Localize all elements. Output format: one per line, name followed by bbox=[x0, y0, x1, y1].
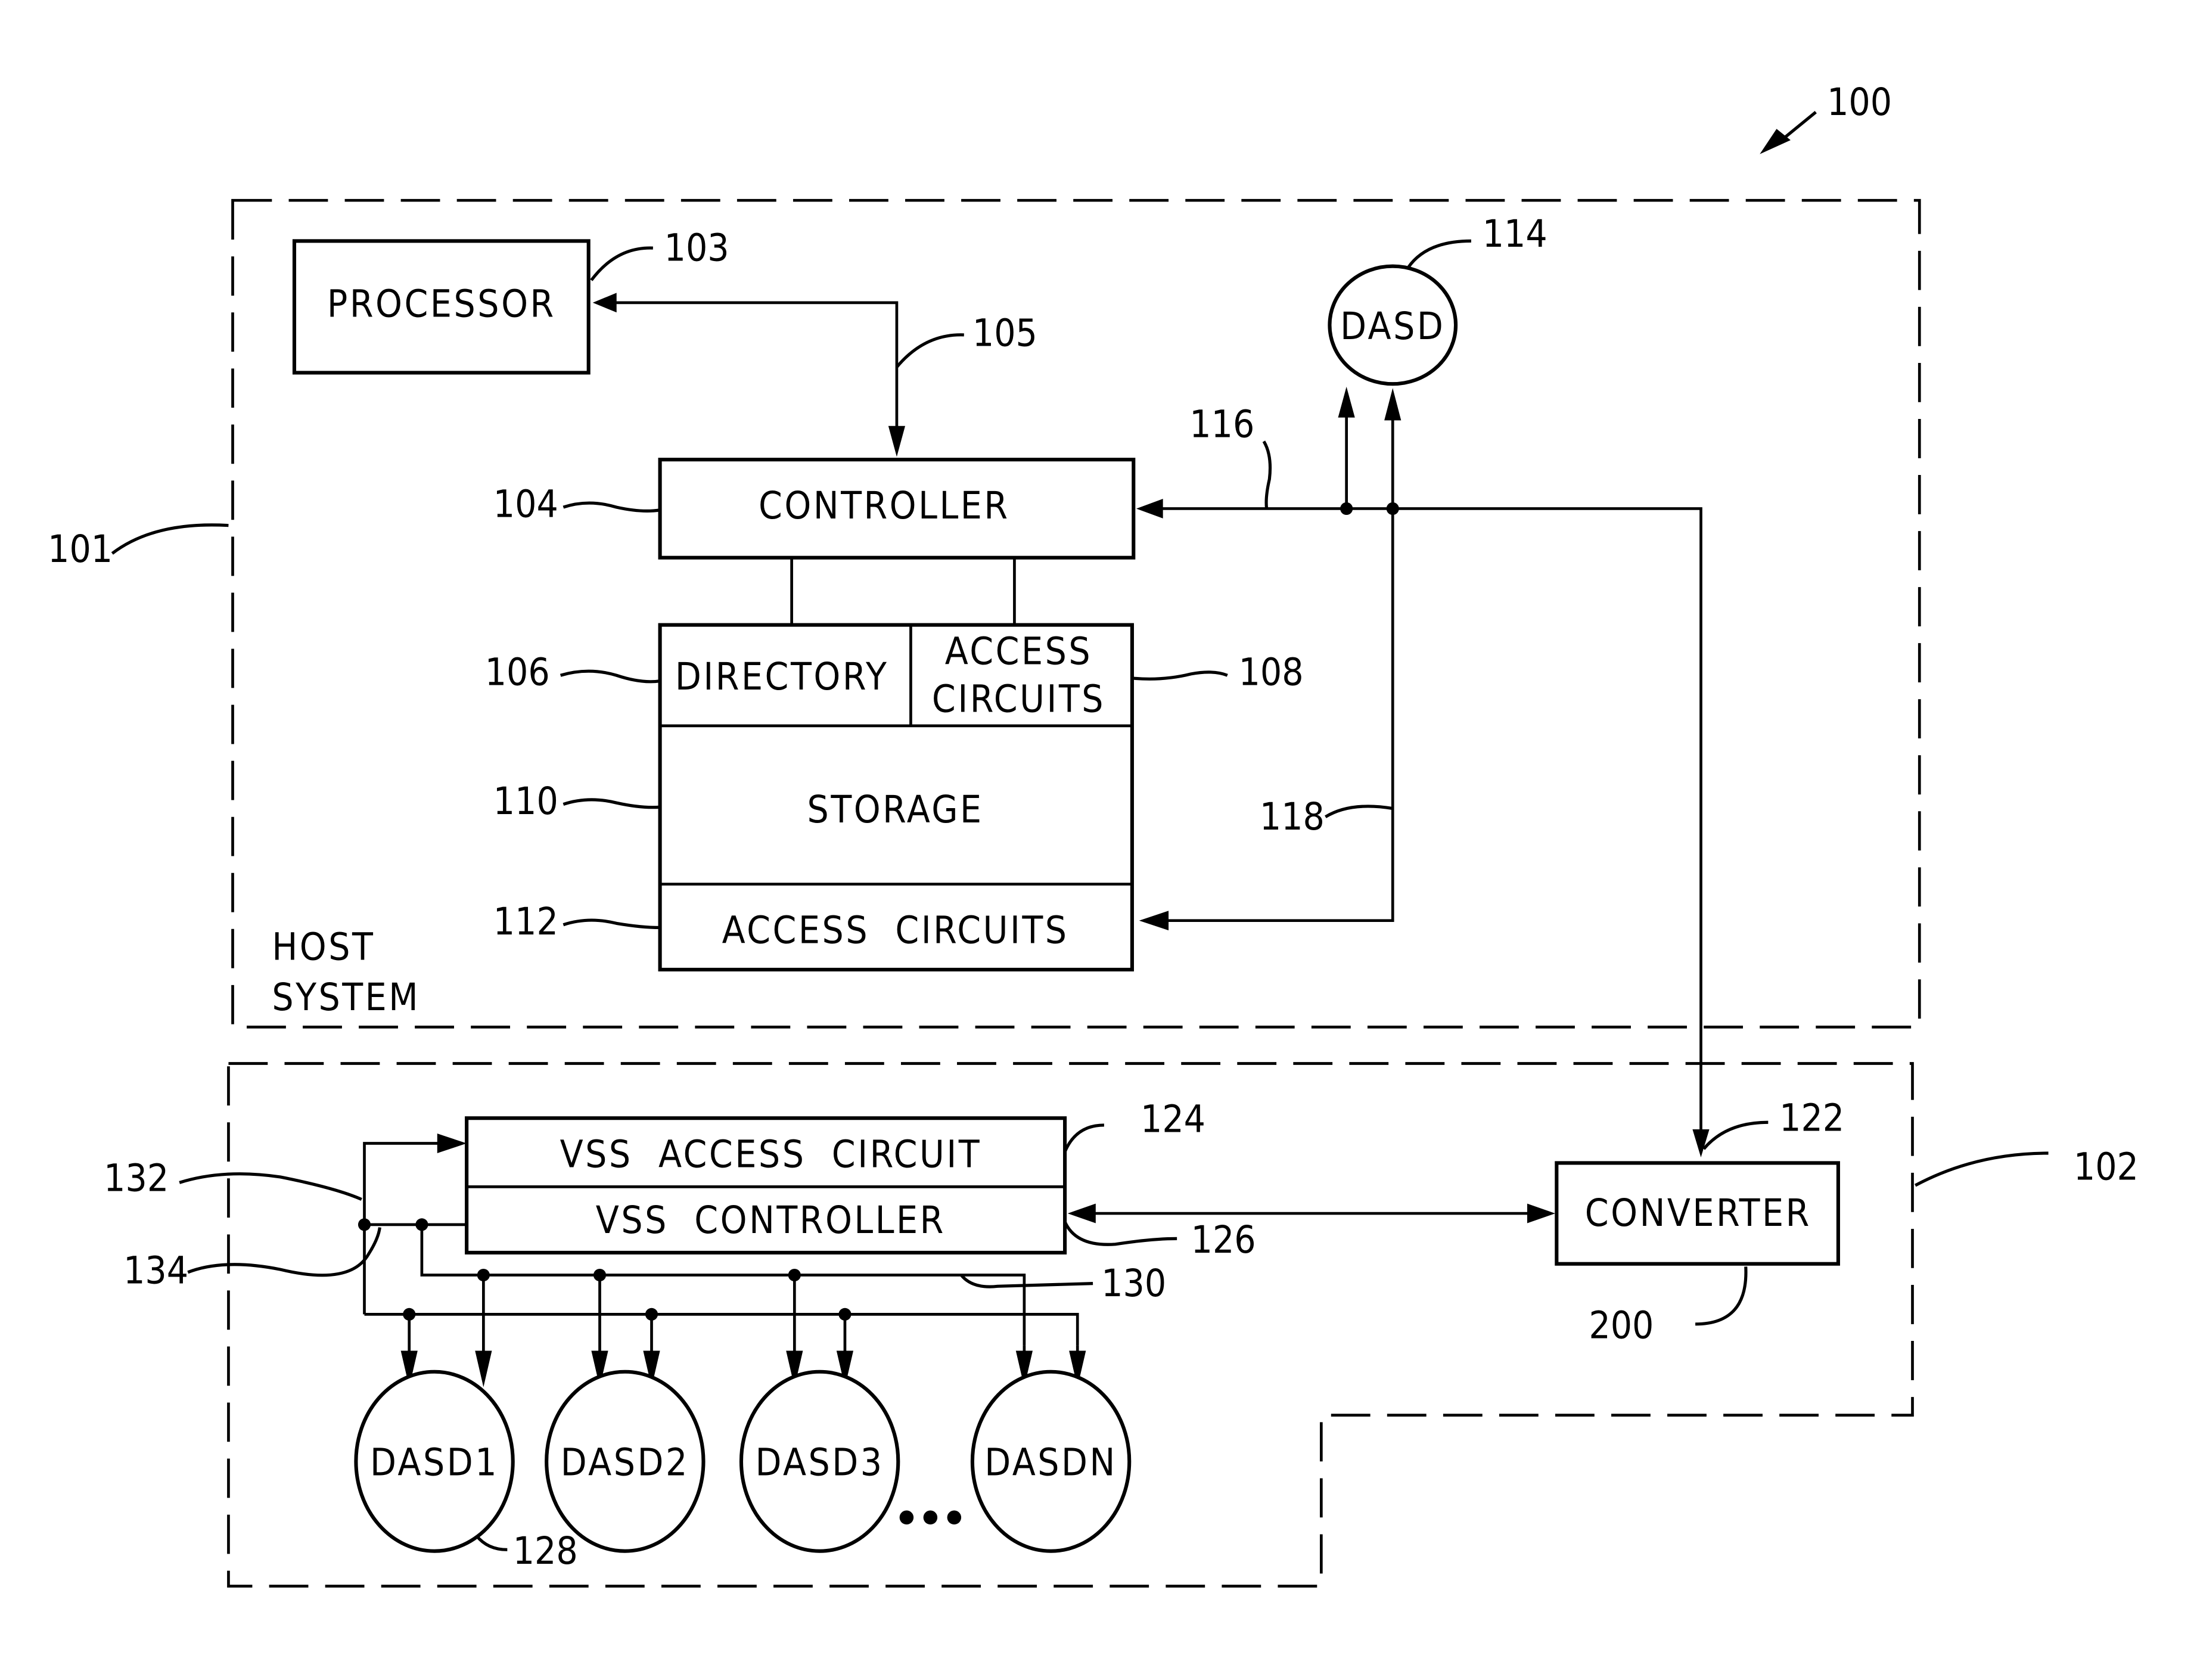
vss-controller-label: VSS CONTROLLER bbox=[596, 1198, 946, 1242]
dasd-n-label: DASDN bbox=[984, 1440, 1117, 1485]
arrow-to-vss-access-icon bbox=[437, 1134, 467, 1153]
storage-label: STORAGE bbox=[807, 787, 984, 831]
ref-116: 116 bbox=[1189, 402, 1254, 446]
access-circuits-top-label-2: CIRCUITS bbox=[932, 676, 1105, 721]
ref-114: 114 bbox=[1483, 212, 1547, 256]
access-circuits-top-label-1: ACCESS bbox=[945, 629, 1092, 673]
converter-block: CONVERTER bbox=[1555, 1161, 1840, 1266]
ref-130: 130 bbox=[1101, 1261, 1166, 1305]
ref-200: 200 bbox=[1589, 1303, 1654, 1347]
dasd-n: DASDN bbox=[970, 1370, 1132, 1553]
ref-126: 126 bbox=[1191, 1218, 1256, 1262]
ref-100-leader bbox=[1783, 111, 1817, 139]
converter-label: CONVERTER bbox=[1585, 1191, 1811, 1235]
ref-102: 102 bbox=[2074, 1145, 2139, 1189]
processor-label: PROCESSOR bbox=[327, 281, 556, 325]
ref-103: 103 bbox=[664, 225, 729, 269]
host-dasd-label: DASD bbox=[1340, 304, 1445, 348]
arrow-to-controller-116-icon bbox=[1136, 499, 1163, 518]
link-116 bbox=[1154, 507, 1702, 1138]
vss-access-circuit-label: VSS ACCESS CIRCUIT bbox=[560, 1132, 982, 1176]
ref-118-leader bbox=[1325, 805, 1393, 818]
ellipsis-icon bbox=[899, 1510, 962, 1525]
ref-104-leader bbox=[563, 501, 660, 513]
bus-132 bbox=[363, 1142, 446, 1315]
arrow-to-access-circuits-icon bbox=[1139, 911, 1169, 931]
ref-128-leader bbox=[475, 1535, 508, 1551]
ref-106-leader bbox=[560, 669, 660, 684]
dasd-3: DASD3 bbox=[739, 1370, 900, 1553]
ref-100-arrow-icon bbox=[1760, 129, 1791, 154]
ref-114-leader bbox=[1406, 239, 1471, 269]
ref-112-leader bbox=[563, 918, 660, 930]
arrow-to-controller-icon bbox=[888, 426, 906, 457]
ref-122: 122 bbox=[1779, 1095, 1844, 1139]
ref-134-leader bbox=[187, 1227, 381, 1277]
ref-132: 132 bbox=[104, 1156, 169, 1200]
access-circuits-bottom-label: ACCESS CIRCUITS bbox=[722, 908, 1069, 952]
controller-block: CONTROLLER bbox=[658, 458, 1136, 560]
ref-106: 106 bbox=[485, 650, 550, 694]
ref-118: 118 bbox=[1260, 794, 1325, 839]
ref-128: 128 bbox=[513, 1529, 578, 1573]
bus-105 bbox=[611, 301, 899, 437]
ref-101-leader bbox=[111, 523, 229, 555]
ref-124-leader bbox=[1063, 1123, 1104, 1153]
arrow-to-dasd-b-icon bbox=[1384, 388, 1402, 421]
host-system-label-line2: SYSTEM bbox=[272, 975, 420, 1019]
ref-110-leader bbox=[563, 798, 660, 809]
ref-105-leader bbox=[895, 333, 964, 368]
storage-system-diagram: 100 101 HOST SYSTEM PROCESSOR 103 105 CO… bbox=[48, 80, 2139, 1588]
ref-124: 124 bbox=[1141, 1097, 1205, 1141]
ref-100: 100 bbox=[1827, 80, 1892, 124]
arrow-to-converter-126-icon bbox=[1527, 1203, 1555, 1223]
ref-104: 104 bbox=[493, 482, 558, 526]
host-dasd: DASD bbox=[1328, 264, 1458, 386]
processor-block: PROCESSOR bbox=[292, 239, 591, 375]
dasd-2: DASD2 bbox=[545, 1370, 706, 1553]
dasd-1-label: DASD1 bbox=[370, 1440, 499, 1485]
ref-112: 112 bbox=[493, 899, 558, 943]
ref-110: 110 bbox=[493, 779, 558, 823]
bus-132-lower bbox=[364, 1313, 1079, 1346]
ref-108: 108 bbox=[1239, 650, 1304, 694]
dasd-3-label: DASD3 bbox=[756, 1440, 884, 1485]
ref-126-leader bbox=[1063, 1221, 1177, 1246]
dasd-2-label: DASD2 bbox=[561, 1440, 689, 1485]
ref-116-leader bbox=[1262, 440, 1272, 509]
host-system-label-line1: HOST bbox=[272, 925, 375, 969]
ref-108-leader bbox=[1132, 670, 1228, 681]
ref-134: 134 bbox=[123, 1249, 188, 1293]
ref-101: 101 bbox=[48, 527, 113, 571]
ref-200-leader bbox=[1695, 1266, 1748, 1326]
ref-130-leader bbox=[960, 1274, 1093, 1288]
ref-105: 105 bbox=[972, 311, 1037, 355]
junction-dot bbox=[358, 1218, 371, 1231]
arrow-to-vss-controller-icon bbox=[1067, 1203, 1096, 1223]
ref-103-leader bbox=[590, 246, 653, 281]
arrow-to-processor-icon bbox=[592, 293, 617, 313]
controller-label: CONTROLLER bbox=[759, 483, 1010, 527]
directory-label: DIRECTORY bbox=[675, 654, 888, 698]
ref-132-leader bbox=[179, 1172, 362, 1201]
dasd-1: DASD1 bbox=[354, 1370, 515, 1553]
arrow-to-dasd-a-icon bbox=[1338, 386, 1355, 418]
ref-102-leader bbox=[1914, 1151, 2049, 1187]
ref-122-leader bbox=[1702, 1120, 1769, 1150]
